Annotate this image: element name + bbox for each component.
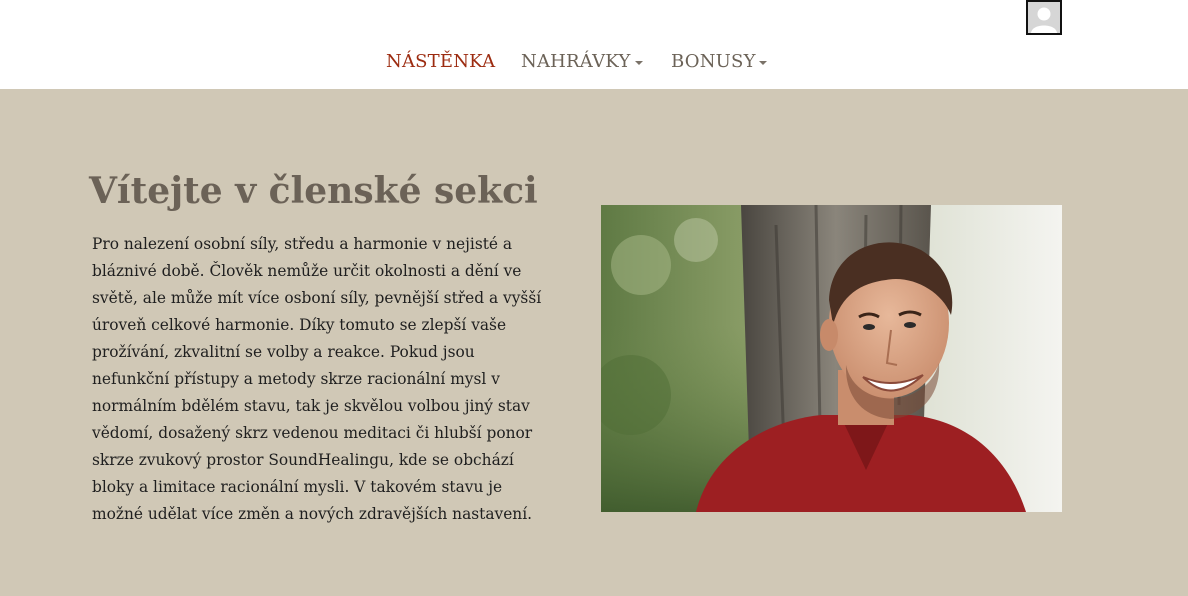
intro-paragraph: Pro nalezení osobní síly, středu a harmo… [92,235,542,523]
avatar-placeholder-icon [1028,2,1060,33]
page-title: Vítejte v členské sekci [89,170,538,212]
chevron-down-icon[interactable] [635,61,643,65]
nav-item-nastenka[interactable]: NÁSTĚNKA [386,51,495,72]
user-avatar-icon[interactable] [1026,0,1062,35]
chevron-down-icon[interactable] [759,61,767,65]
nav-item-nahravky[interactable]: NAHRÁVKY [521,51,631,72]
main-navigation: NÁSTĚNKA NAHRÁVKY BONUSY [0,51,1188,79]
main-content: Vítejte v členské sekci Pro nalezení oso… [0,89,1188,596]
portrait-photo-illustration [601,205,1062,512]
portrait-photo [601,205,1062,512]
nav-item-bonusy[interactable]: BONUSY [671,51,756,72]
site-header: NÁSTĚNKA NAHRÁVKY BONUSY [0,0,1188,89]
